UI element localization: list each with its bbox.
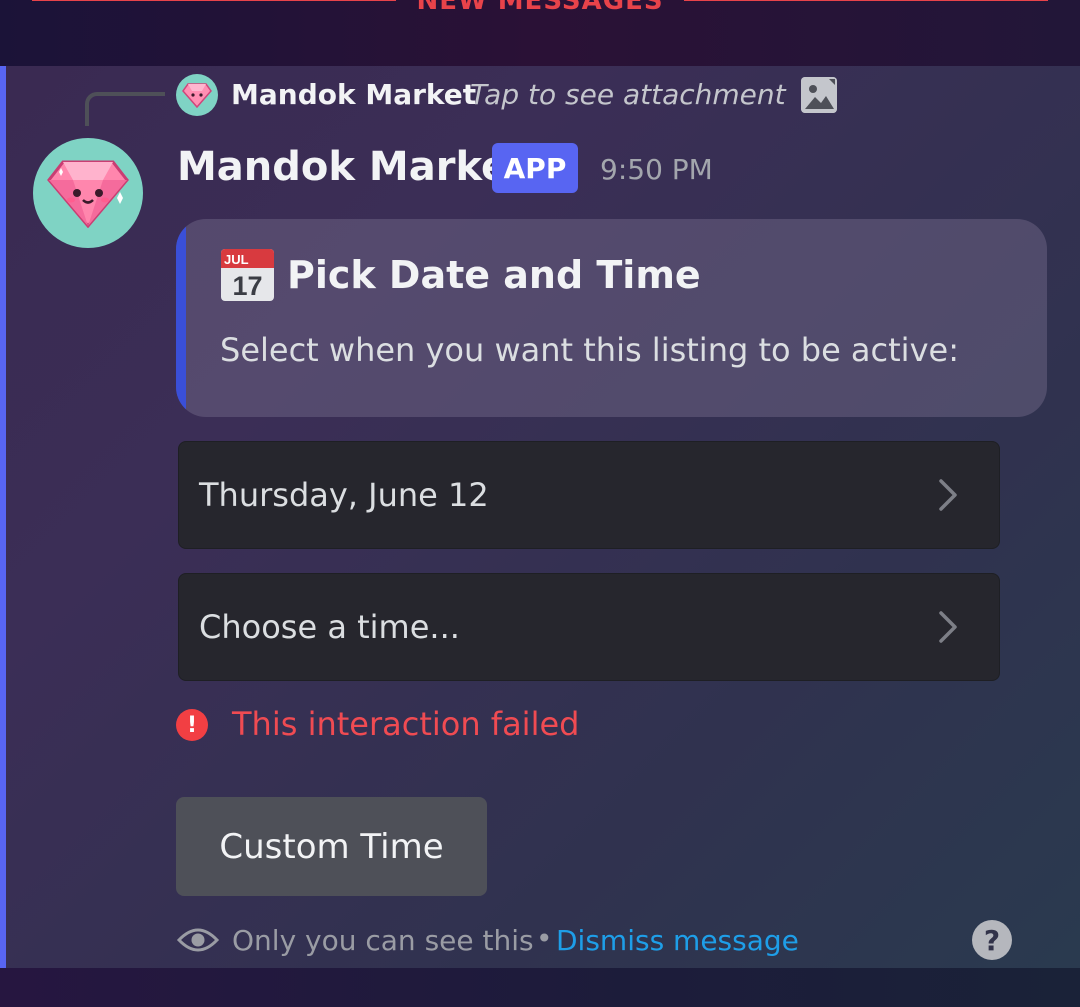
chevron-right-icon xyxy=(939,611,957,643)
reply-avatar[interactable] xyxy=(176,74,218,116)
eye-icon xyxy=(176,922,220,958)
ephemeral-notice: Only you can see this xyxy=(232,924,534,957)
chevron-right-icon xyxy=(939,479,957,511)
pink-diamond-avatar-icon xyxy=(47,160,129,228)
reply-connector-line xyxy=(85,92,165,126)
calendar-icon-month: JUL xyxy=(224,252,249,267)
reply-author-name[interactable]: Mandok Market xyxy=(231,78,476,111)
new-messages-label: NEW MESSAGES xyxy=(416,0,664,16)
reply-preview-text[interactable]: Tap to see attachment xyxy=(470,78,786,111)
date-select-value: Thursday, June 12 xyxy=(199,476,489,514)
new-messages-divider-right xyxy=(684,0,1048,1)
message-timestamp: 9:50 PM xyxy=(600,153,713,186)
embed-accent-bar xyxy=(176,219,186,417)
time-select-placeholder: Choose a time... xyxy=(199,608,460,646)
author-avatar[interactable] xyxy=(33,138,143,248)
time-select[interactable]: Choose a time... xyxy=(178,573,1000,681)
embed-title: Pick Date and Time xyxy=(287,252,701,297)
bottom-bar xyxy=(0,968,1080,1007)
image-icon xyxy=(801,77,837,113)
author-name[interactable]: Mandok Market xyxy=(177,144,527,190)
embed-card: JUL 17 Pick Date and Time Select when yo… xyxy=(176,219,1047,417)
custom-time-button[interactable]: Custom Time xyxy=(176,797,487,896)
new-messages-bar[interactable]: NEW MESSAGES xyxy=(0,0,1080,66)
embed-title-row: JUL 17 Pick Date and Time xyxy=(220,247,701,302)
date-select[interactable]: Thursday, June 12 xyxy=(178,441,1000,549)
error-icon: ! xyxy=(176,709,208,741)
dismiss-message-link[interactable]: Dismiss message xyxy=(556,924,799,957)
embed-description: Select when you want this listing to be … xyxy=(220,331,959,369)
help-icon[interactable]: ? xyxy=(972,920,1012,960)
interaction-error-text: This interaction failed xyxy=(232,705,580,743)
calendar-icon: JUL 17 xyxy=(220,247,275,302)
app-badge: APP xyxy=(492,143,578,193)
calendar-icon-day: 17 xyxy=(232,271,262,301)
highlight-accent-bar xyxy=(0,66,6,968)
footer-separator: • xyxy=(536,922,553,955)
diamond-icon xyxy=(182,83,212,108)
